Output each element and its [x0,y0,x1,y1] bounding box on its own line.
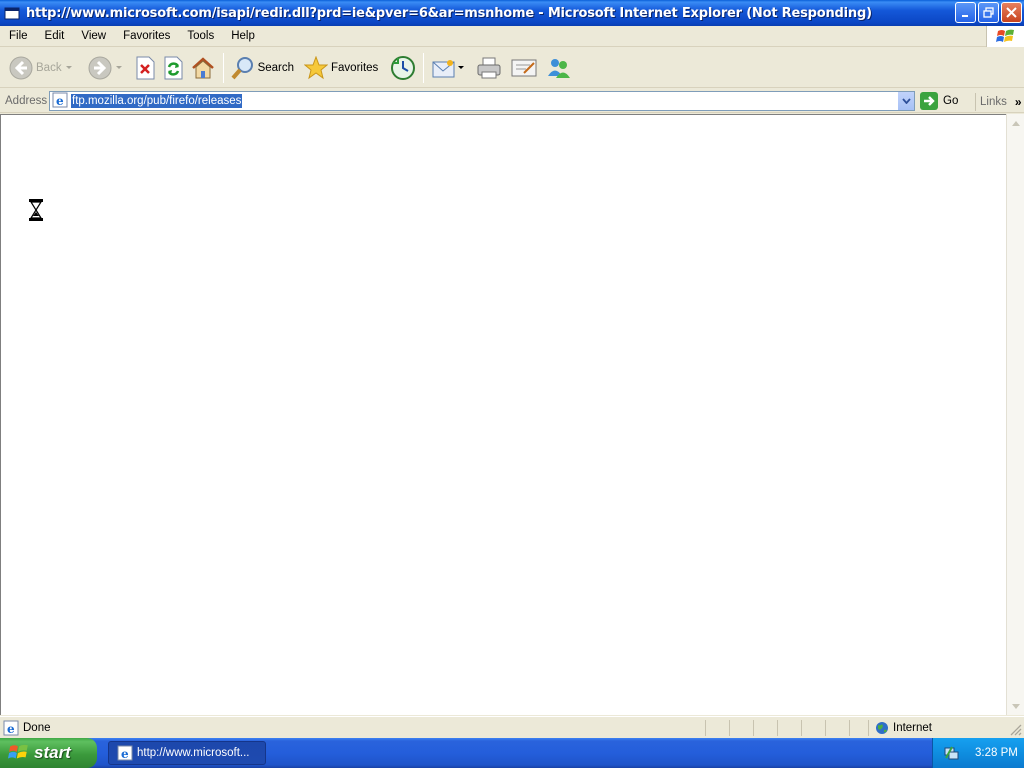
favorites-star-icon [304,55,329,79]
menu-favorites[interactable]: Favorites [114,30,178,42]
edit-button[interactable] [507,52,541,84]
back-button[interactable]: Back [6,52,75,84]
go-arrow-icon [920,92,938,110]
home-icon [191,56,214,78]
network-tray-icon[interactable] [943,745,959,761]
stop-icon [136,56,155,79]
forward-arrow-icon [88,56,112,79]
resize-grip-icon[interactable] [1010,724,1022,736]
search-label: Search [257,61,295,74]
restore-button[interactable] [978,2,999,23]
mail-button[interactable] [428,52,467,84]
windows-logo-icon [986,26,1024,47]
clock: 3:28 PM [975,747,1018,759]
minimize-icon [961,14,968,17]
status-bar: e Done Internet [0,716,1024,738]
go-label: Go [943,95,959,107]
toolbar-separator [423,52,425,83]
menu-help[interactable]: Help [222,30,263,42]
taskbar-item-label: http://www.microsoft... [137,747,250,759]
internet-globe-icon [876,722,888,734]
menu-view[interactable]: View [72,30,114,42]
address-dropdown-button[interactable] [897,92,914,110]
print-button[interactable] [473,52,505,84]
mail-dropdown-icon[interactable] [458,66,465,69]
printer-icon [477,57,501,78]
start-button[interactable]: start [0,738,97,768]
back-arrow-icon [9,56,33,79]
favorites-button[interactable]: Favorites [301,52,381,84]
svg-text:e: e [7,722,15,736]
forward-dropdown-icon[interactable] [115,66,122,69]
home-button[interactable] [187,52,219,84]
start-label: start [34,743,71,762]
links-toolbar[interactable]: Links » [975,93,1022,111]
close-icon [1006,7,1017,18]
links-chevron-icon[interactable]: » [1015,95,1022,109]
toolbar-separator [222,52,224,83]
stop-button[interactable] [131,52,159,84]
history-button[interactable] [387,52,419,84]
window-title: http://www.microsoft.com/isapi/redir.dll… [26,5,872,21]
links-label: Links [980,96,1007,108]
chevron-down-icon [901,98,911,104]
window-icon[interactable] [4,5,20,21]
address-label: Address [5,94,48,107]
page-content-area[interactable] [0,114,1006,715]
system-tray: 3:28 PM [932,738,1024,768]
standard-toolbar: Back Search Favorites [0,48,1024,88]
title-bar[interactable]: http://www.microsoft.com/isapi/redir.dll… [0,0,1024,26]
windows-flag-icon [8,744,28,759]
taskbar: start e http://www.microsoft... 3:28 PM [0,738,1024,768]
restore-icon [983,7,994,18]
menu-edit[interactable]: Edit [36,30,73,42]
taskbar-item-ie[interactable]: e http://www.microsoft... [108,741,266,765]
ie-taskbar-icon: e [117,745,133,761]
back-dropdown-icon[interactable] [65,66,72,69]
address-bar: Address e ftp.mozilla.org/pub/firefo/rel… [0,89,1024,113]
scroll-up-icon[interactable] [1008,115,1024,131]
back-label: Back [36,61,62,74]
messenger-button[interactable] [543,52,575,84]
svg-text:e: e [56,94,64,108]
minimize-button[interactable] [955,2,976,23]
history-icon [391,55,416,80]
forward-button[interactable] [85,52,125,84]
refresh-icon [164,56,183,79]
vertical-scrollbar[interactable] [1006,114,1024,715]
close-button[interactable] [1001,2,1022,23]
mail-envelope-icon [432,59,455,77]
address-input[interactable]: e ftp.mozilla.org/pub/firefo/releases [49,91,915,111]
status-text: Done [23,721,51,734]
menu-bar: File Edit View Favorites Tools Help [0,26,1024,47]
ie-page-icon: e [52,92,68,111]
zone-label: Internet [893,722,932,734]
search-icon [231,56,253,79]
svg-text:e: e [121,747,129,761]
refresh-button[interactable] [159,52,187,84]
search-button[interactable]: Search [228,52,297,84]
go-button[interactable]: Go [920,92,958,110]
security-zone: Internet [868,720,932,736]
hourglass-cursor-icon [29,199,43,224]
menu-tools[interactable]: Tools [178,30,222,42]
menu-file[interactable]: File [0,30,36,42]
messenger-icon [548,58,571,78]
scroll-down-icon[interactable] [1008,698,1024,714]
address-url-text[interactable]: ftp.mozilla.org/pub/firefo/releases [71,94,243,108]
status-panels [705,720,869,736]
favorites-label: Favorites [331,61,379,74]
edit-page-icon [511,59,537,76]
page-done-icon: e [3,720,19,736]
